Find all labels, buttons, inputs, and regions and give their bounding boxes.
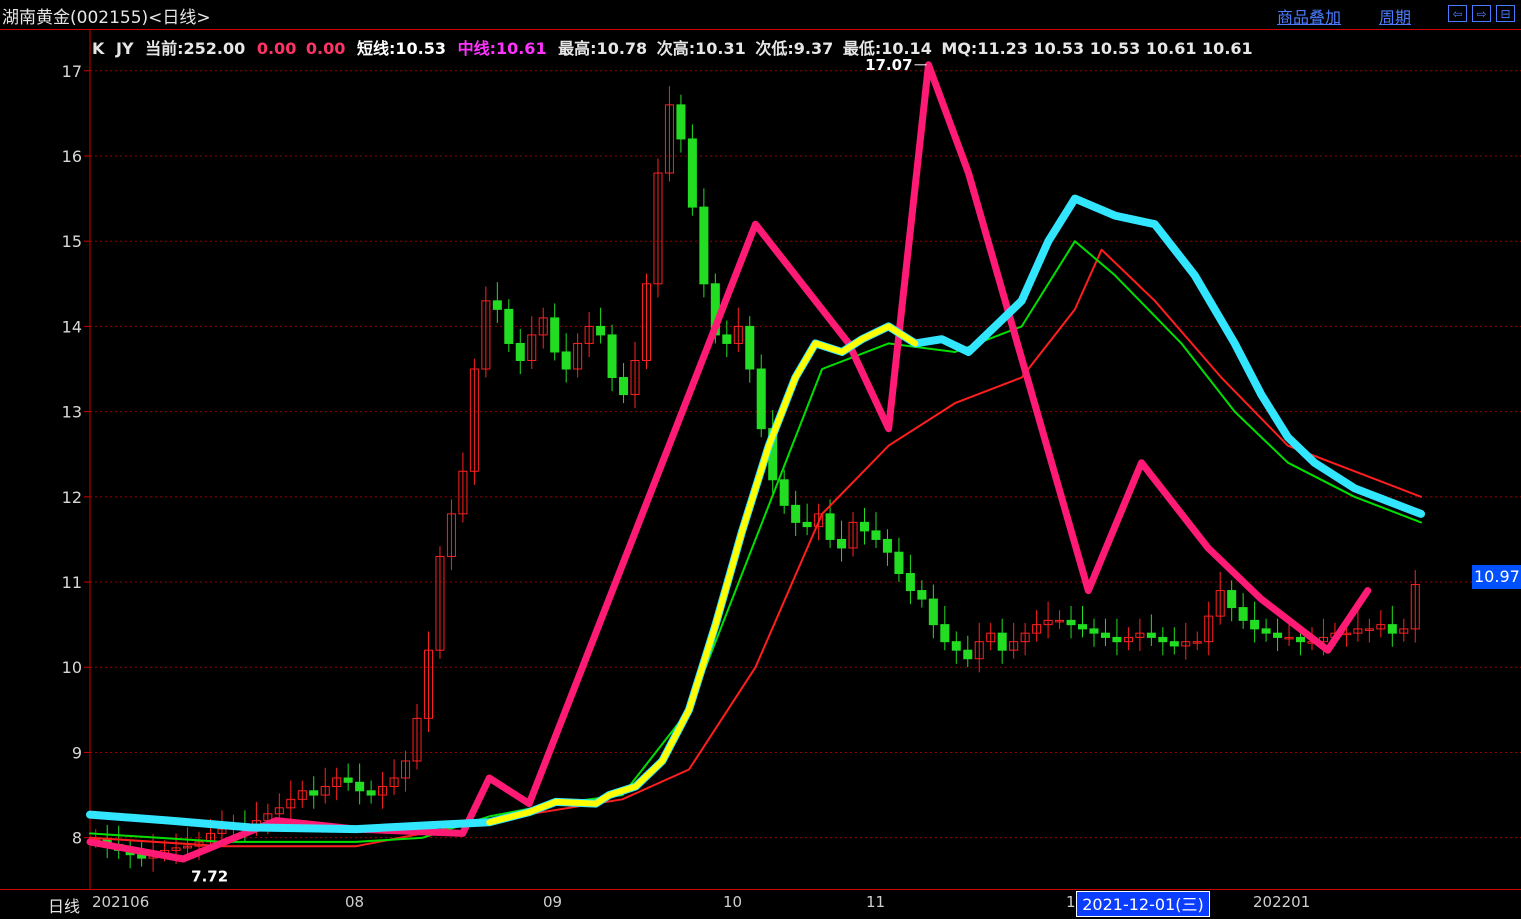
y-tick-label: 11 [62,573,82,592]
candle-body [1227,590,1237,609]
candle-body [894,551,904,575]
window-title: 湖南黄金(002155)<日线> [2,8,211,28]
candle-body [1169,641,1179,647]
title-bar: 湖南黄金(002155)<日线> 商品叠加 周期 ⇦ ⇨ ⊟ [0,0,1521,30]
candle-body [1112,636,1122,643]
candle-body [1066,619,1076,626]
candle-body [1387,624,1397,634]
candle-body [343,777,353,783]
x-label-10: 10 [723,893,743,911]
ma-red-line [89,248,1422,848]
candle-body [917,590,927,600]
last-price-box: 10.97 [1472,565,1521,589]
overlay-link[interactable]: 商品叠加 [1277,4,1341,28]
y-tick-label: 9 [72,743,82,762]
candle-body [1296,636,1306,643]
candle-body [676,104,686,140]
candle-body [550,317,560,353]
window-icon[interactable]: ⊟ [1496,5,1515,22]
candle-body [722,334,732,344]
y-tick-label: 12 [62,488,82,507]
ma-cyan-line [86,194,1425,834]
candle-body [1250,619,1260,630]
zigzag-line [86,61,1372,863]
prev-arrow-icon[interactable]: ⇦ [1448,5,1467,22]
candle-body [1146,632,1156,638]
candle-body [504,308,514,344]
max-label: 17.07 [865,56,912,74]
candle-body [1089,628,1099,634]
y-tick-label: 8 [72,829,82,848]
y-tick-label: 15 [62,232,82,251]
candle-body [745,325,755,370]
candle-body [366,790,376,796]
x-label-09: 09 [543,893,563,911]
cursor-date: 2021-12-01(三) [1076,891,1210,917]
candle-body [779,479,789,506]
candle-body [802,521,812,528]
x-label-08: 08 [345,893,365,911]
candle-body [492,300,502,310]
candle-body [825,513,835,540]
candle-body [905,573,915,592]
x-label-202201: 202201 [1253,893,1311,911]
period-label: 日线 [48,897,81,916]
candle-body [1100,632,1110,638]
y-tick-label: 10 [62,658,82,677]
candle-body [561,351,571,370]
period-link[interactable]: 周期 [1379,4,1411,28]
candle-body [355,781,365,792]
candle-body [756,368,766,430]
candle-body [1261,628,1271,634]
candle-body [963,649,973,660]
candle-body [940,624,950,643]
candle-body [699,206,709,285]
y-tick-label: 17 [62,62,82,81]
candle-body [687,138,697,208]
y-tick-label: 13 [62,403,82,422]
candle-body [1158,636,1168,643]
candle-body [309,790,319,796]
candle-body [619,377,629,396]
x-label-202106: 202106 [92,893,150,911]
ma-green-line [89,240,1422,843]
candle-body [928,598,938,626]
candle-body [596,325,606,336]
candle-body [882,538,892,553]
min-label: 7.72 [191,868,228,886]
candle-body [859,521,870,532]
y-tick-label: 16 [62,147,82,166]
x-label-12: 1 [1066,893,1076,911]
next-arrow-icon[interactable]: ⇨ [1472,5,1491,22]
candle-body [951,641,961,651]
candle-body [607,334,617,379]
candle-body [515,342,525,361]
candle-body [1077,624,1088,630]
candle-body [997,632,1007,651]
candle-body [1273,632,1283,638]
candle-body [1238,607,1248,621]
y-tick-label: 14 [62,317,82,336]
candle-body [791,504,801,523]
price-chart[interactable]: 8 9 10 11 12 13 14 15 16 17 17.07 7.72 [0,30,1521,889]
candle-body [837,538,847,549]
candle-body [871,530,881,540]
x-label-11: 11 [866,893,886,911]
